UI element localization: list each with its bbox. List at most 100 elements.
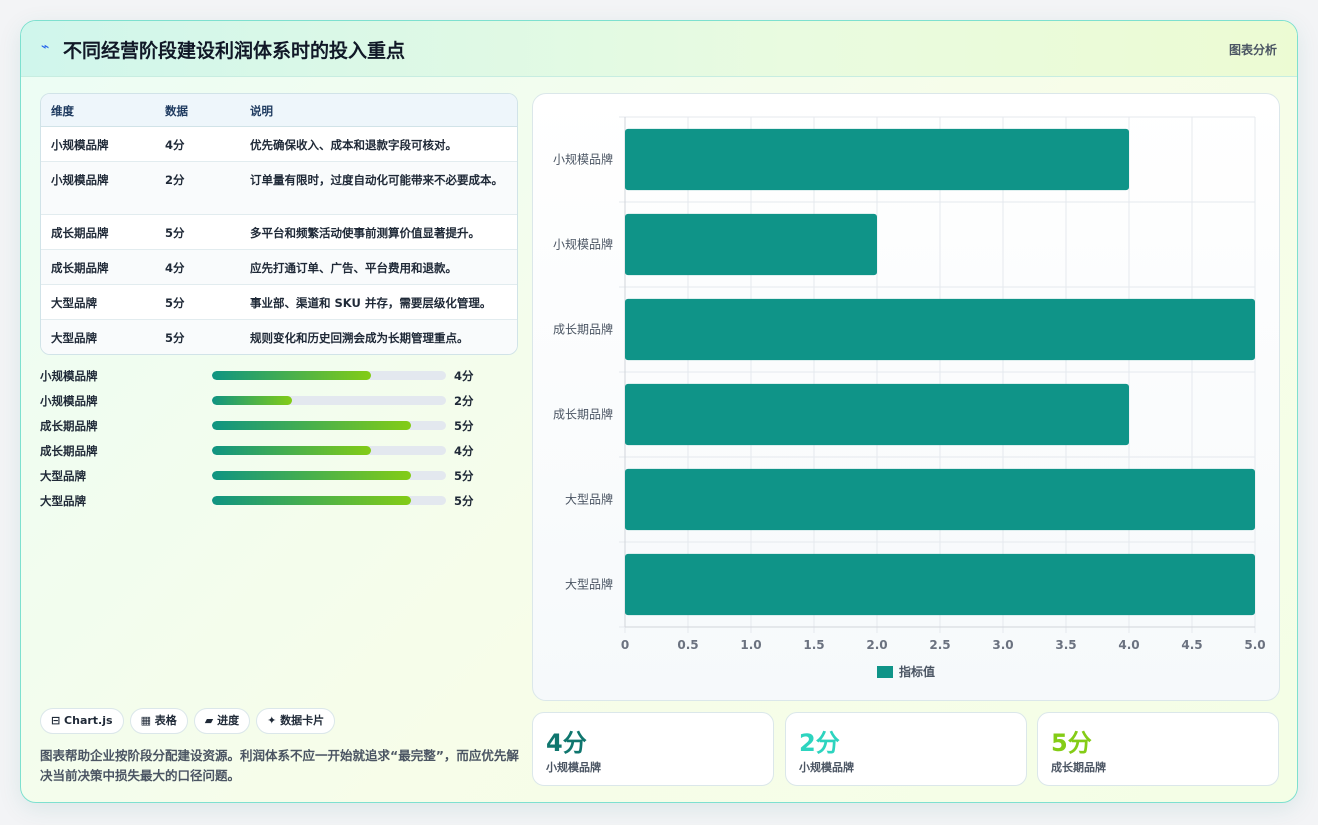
table-cell: 5分 — [165, 296, 185, 310]
progress-fill — [212, 471, 411, 480]
y-tick-label: 大型品牌 — [565, 493, 613, 507]
progress-label: 成长期品牌 — [40, 444, 98, 458]
table-cell: 5分 — [165, 331, 185, 345]
progress-row: 大型品牌 5分 — [40, 490, 518, 515]
table-row: 小规模品牌 2分 订单量有限时，过度自动化可能带来不必要成本。 — [41, 162, 517, 215]
progress-fill — [212, 496, 411, 505]
table-cell: 优先确保收入、成本和退款字段可核对。 — [250, 138, 457, 152]
progress-row: 大型品牌 5分 — [40, 465, 518, 490]
table-row: 小规模品牌 4分 优先确保收入、成本和退款字段可核对。 — [41, 127, 517, 162]
table-cell: 成长期品牌 — [51, 261, 109, 275]
kpi-label: 小规模品牌 — [799, 761, 854, 774]
progress-label: 小规模品牌 — [40, 369, 98, 383]
x-tick-label: 5.0 — [1244, 638, 1265, 652]
progress-row: 成长期品牌 5分 — [40, 415, 518, 440]
y-tick-label: 成长期品牌 — [553, 323, 613, 337]
bar — [625, 298, 1255, 361]
progress-value: 4分 — [454, 444, 474, 458]
x-tick-label: 0.5 — [677, 638, 698, 652]
progress-value: 5分 — [454, 494, 474, 508]
bar — [625, 383, 1129, 446]
table-cell: 应先打通订单、广告、平台费用和退款。 — [250, 261, 457, 275]
progress-row: 小规模品牌 2分 — [40, 390, 518, 415]
table-cell: 5分 — [165, 226, 185, 240]
progress-fill — [212, 396, 292, 405]
x-tick-label: 1.5 — [803, 638, 824, 652]
bar — [625, 128, 1129, 191]
chip-table[interactable]: ▦ 表格 — [129, 708, 188, 734]
progress-fill — [212, 421, 411, 430]
kpi-value: 4分 — [546, 729, 587, 757]
progress-label: 成长期品牌 — [40, 419, 98, 433]
header: ⌁ 不同经营阶段建设利润体系时的投入重点 图表分析 — [21, 21, 1297, 77]
kpi-value: 2分 — [799, 729, 840, 757]
x-tick-label: 1.0 — [740, 638, 761, 652]
page-title: 不同经营阶段建设利润体系时的投入重点 — [63, 40, 406, 62]
progress-value: 4分 — [454, 369, 474, 383]
table-cell: 事业部、渠道和 SKU 并存，需要层级化管理。 — [250, 296, 492, 310]
progress-track — [212, 446, 446, 455]
description-note: 图表帮助企业按阶段分配建设资源。利润体系不应一开始就追求“最完整”，而应优先解决… — [40, 748, 519, 783]
progress-value: 2分 — [454, 394, 474, 408]
x-tick-label: 3.0 — [992, 638, 1013, 652]
table-cell: 2分 — [165, 173, 185, 187]
header-tag: 图表分析 — [1228, 43, 1277, 57]
column-header: 数据 — [165, 104, 188, 118]
y-tick-label: 成长期品牌 — [553, 408, 613, 422]
progress-value: 5分 — [454, 469, 474, 483]
kpi-row: 4分 小规模品牌 2分 小规模品牌 5分 成长期品牌 — [532, 712, 1280, 786]
progress-track — [212, 496, 446, 505]
table-cell: 小规模品牌 — [51, 173, 109, 187]
progress-track — [212, 471, 446, 480]
table-cell: 大型品牌 — [51, 296, 97, 310]
kpi-label: 小规模品牌 — [546, 761, 601, 774]
x-tick-label: 4.0 — [1118, 638, 1139, 652]
chip-data-card[interactable]: ✦ 数据卡片 — [256, 708, 336, 734]
progress-fill — [212, 371, 372, 380]
table-header: 维度 数据 说明 — [41, 94, 517, 127]
data-table: 维度 数据 说明 小规模品牌 4分 优先确保收入、成本和退款字段可核对。 小规模… — [40, 93, 518, 355]
legend-swatch — [877, 666, 893, 678]
dashboard-card: ⌁ 不同经营阶段建设利润体系时的投入重点 图表分析 维度 数据 说明 小规模品牌… — [20, 20, 1298, 803]
table-row: 成长期品牌 5分 多平台和频繁活动使事前测算价值显著提升。 — [41, 215, 517, 250]
table-row: 大型品牌 5分 规则变化和历史回溯会成为长期管理重点。 — [41, 320, 517, 354]
table-row: 大型品牌 5分 事业部、渠道和 SKU 并存，需要层级化管理。 — [41, 285, 517, 320]
progress-fill — [212, 446, 372, 455]
x-tick-label: 0 — [621, 638, 629, 652]
table-cell: 多平台和频繁活动使事前测算价值显著提升。 — [250, 226, 480, 240]
bar — [625, 553, 1255, 616]
table-cell: 订单量有限时，过度自动化可能带来不必要成本。 — [250, 173, 503, 187]
chip-progress[interactable]: ▰ 进度 — [193, 708, 251, 734]
kpi-value: 5分 — [1051, 729, 1092, 757]
progress-list: 小规模品牌 4分 小规模品牌 2分 成长期品牌 5分 成长期品牌 4分 大型品牌 5分 大型品牌 5分 — [40, 365, 518, 515]
progress-row: 成长期品牌 4分 — [40, 440, 518, 465]
legend-label: 指标值 — [899, 664, 935, 679]
bar — [625, 468, 1255, 531]
table-cell: 大型品牌 — [51, 331, 97, 345]
progress-label: 大型品牌 — [40, 469, 86, 483]
y-tick-label: 小规模品牌 — [553, 237, 613, 252]
x-tick-label: 3.5 — [1055, 638, 1076, 652]
progress-value: 5分 — [454, 419, 474, 433]
progress-track — [212, 421, 446, 430]
chip-chartjs[interactable]: ⊟ Chart.js — [40, 708, 124, 734]
progress-label: 大型品牌 — [40, 494, 86, 508]
x-tick-label: 2.5 — [929, 638, 950, 652]
table-cell: 小规模品牌 — [51, 138, 109, 152]
bar-chart: 0 0.5 1.0 1.5 2.0 2.5 3.0 3.5 4.0 4.5 5.0小规模品牌小规模品… — [553, 116, 1266, 679]
table-cell: 4分 — [165, 261, 185, 275]
kpi-card: 5分 成长期品牌 — [1037, 712, 1279, 786]
y-tick-label: 小规模品牌 — [553, 152, 613, 167]
column-header: 说明 — [250, 104, 273, 118]
y-tick-label: 大型品牌 — [565, 578, 613, 592]
kpi-card: 4分 小规模品牌 — [532, 712, 774, 786]
table-cell: 规则变化和历史回溯会成为长期管理重点。 — [250, 331, 469, 345]
kpi-card: 2分 小规模品牌 — [785, 712, 1027, 786]
sparkle-icon: ⌁ — [41, 39, 50, 55]
chip-row: ⊟ Chart.js ▦ 表格 ▰ 进度 ✦ 数据卡片 — [40, 708, 341, 734]
table-cell: 成长期品牌 — [51, 226, 109, 240]
progress-track — [212, 396, 446, 405]
progress-row: 小规模品牌 4分 — [40, 365, 518, 390]
chart-panel: 0 0.5 1.0 1.5 2.0 2.5 3.0 3.5 4.0 4.5 5.0 小规模品牌 小规模品… — [532, 93, 1280, 701]
table-cell: 4分 — [165, 138, 185, 152]
